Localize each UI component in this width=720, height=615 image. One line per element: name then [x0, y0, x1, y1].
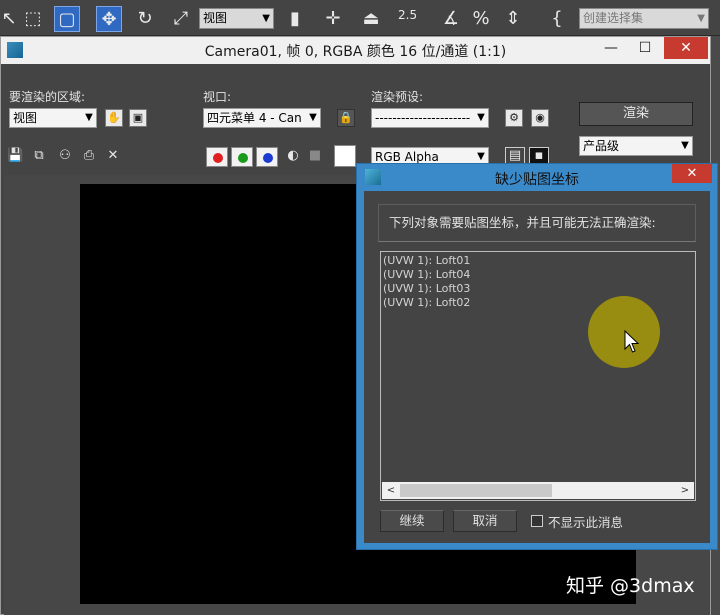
area-value: 视图	[13, 111, 38, 125]
environment-icon[interactable]: ◉	[531, 109, 549, 127]
chevron-down-icon: ▼	[306, 109, 320, 127]
green-channel-toggle[interactable]	[231, 147, 253, 167]
continue-button[interactable]: 继续	[380, 510, 444, 532]
missing-map-coords-dialog: 缺少贴图坐标 ✕ 下列对象需要贴图坐标，并且可能无法正确渲染: (UVW 1):…	[356, 163, 718, 550]
chevron-down-icon: ▼	[82, 109, 96, 127]
horizontal-scrollbar[interactable]: < >	[382, 482, 694, 499]
dont-show-label: 不显示此消息	[548, 515, 624, 530]
snap-spinner-value: 2.5	[398, 8, 418, 22]
red-channel-toggle[interactable]	[206, 147, 228, 167]
cancel-button[interactable]: 取消	[453, 510, 517, 532]
scale-icon[interactable]: ⤢	[168, 6, 194, 32]
close-icon[interactable]: ✕	[664, 37, 708, 59]
blue-channel-toggle[interactable]	[256, 147, 278, 167]
minimize-icon[interactable]: —	[596, 37, 626, 59]
chevron-down-icon: ▼	[678, 137, 692, 155]
viewport-select[interactable]: 四元菜单 4 - Can ▼	[203, 108, 321, 128]
reference-coord-select[interactable]: 视图 ▼	[199, 8, 274, 29]
chevron-down-icon: ▼	[697, 13, 705, 24]
preset-label: 渲染预设:	[371, 90, 424, 104]
chevron-right-icon[interactable]: >	[678, 483, 692, 498]
list-item[interactable]: (UVW 1): Loft04	[381, 268, 693, 282]
color-swatch[interactable]	[334, 145, 356, 167]
green-channel-dot	[238, 153, 248, 163]
reference-coord-value: 视图	[203, 11, 228, 25]
edit-region-icon[interactable]: ✋	[105, 109, 123, 127]
mouse-cursor-icon	[624, 330, 640, 353]
missing-objects-list[interactable]: (UVW 1): Loft01 (UVW 1): Loft04 (UVW 1):…	[380, 251, 696, 501]
percent-snap-icon[interactable]: %	[468, 6, 494, 32]
alpha-toggle-icon[interactable]: ◐	[285, 148, 301, 164]
dialog-title: 缺少贴图坐标	[495, 172, 579, 188]
dialog-titlebar[interactable]: 缺少贴图坐标 ✕	[357, 164, 717, 190]
lock-icon[interactable]: 🔒	[337, 109, 355, 127]
copy-image-icon[interactable]: ⧉	[31, 148, 47, 164]
message-group: 下列对象需要贴图坐标，并且可能无法正确渲染:	[378, 204, 696, 242]
move-icon[interactable]: ✥	[96, 6, 122, 32]
list-item[interactable]: (UVW 1): Loft03	[381, 282, 693, 296]
quality-select[interactable]: 产品级 ▼	[579, 136, 693, 156]
edit-named-selection-icon[interactable]: {	[544, 6, 570, 32]
angle-snap-icon[interactable]: ∡	[438, 6, 464, 32]
dont-show-checkbox[interactable]	[531, 515, 543, 527]
render-window-titlebar[interactable]: Camera01, 帧 0, RGBA 颜色 16 位/通道 (1:1) — ☐…	[1, 37, 710, 64]
spinner-snap-icon[interactable]: ⇕	[500, 6, 526, 32]
keyboard-shortcut-icon[interactable]: ⏏	[358, 6, 384, 32]
select-manipulate-icon[interactable]: ✛	[320, 6, 346, 32]
viewport-label: 视口:	[203, 90, 232, 104]
named-selection-placeholder: 创建选择集	[583, 11, 644, 25]
render-button[interactable]: 渲染	[579, 102, 693, 126]
channel-value: RGB Alpha	[375, 150, 439, 164]
chevron-down-icon: ▼	[262, 13, 270, 24]
select-arrow-icon[interactable]: ↖	[0, 6, 22, 32]
blue-channel-dot	[263, 153, 273, 163]
clear-icon[interactable]: ✕	[105, 148, 121, 164]
render-preset-select[interactable]: ---------------------- ▼	[371, 108, 489, 128]
print-icon[interactable]: ⎙	[81, 148, 97, 164]
dialog-body: 下列对象需要贴图坐标，并且可能无法正确渲染: (UVW 1): Loft01 (…	[364, 191, 710, 543]
red-channel-dot	[213, 153, 223, 163]
dialog-message: 下列对象需要贴图坐标，并且可能无法正确渲染:	[389, 215, 656, 230]
main-toolbar: ↖ ⬚ ▢ ✥ ↻ ⤢ 视图 ▼ ▮ ✛ ⏏ 2.5 ∡ % ⇕ { 创建选择集…	[0, 0, 720, 36]
rotate-icon[interactable]: ↻	[132, 6, 158, 32]
pivot-icon[interactable]: ▮	[282, 6, 308, 32]
watermark: 知乎 @3dmax	[566, 575, 695, 597]
area-label: 要渲染的区域:	[9, 90, 86, 104]
window-crossing-icon[interactable]: ▢	[54, 6, 80, 32]
preset-value: ----------------------	[375, 111, 471, 125]
area-to-render-select[interactable]: 视图 ▼	[9, 108, 97, 128]
close-icon[interactable]: ✕	[672, 164, 712, 183]
scrollbar-thumb[interactable]	[400, 484, 552, 497]
quality-value: 产品级	[583, 139, 620, 153]
clone-frame-icon[interactable]: ⚇	[57, 148, 73, 164]
render-setup-icon[interactable]: ⚙	[505, 109, 523, 127]
save-image-icon[interactable]: 💾	[7, 148, 23, 164]
list-item[interactable]: (UVW 1): Loft01	[381, 254, 693, 268]
chevron-left-icon[interactable]: <	[384, 483, 398, 498]
mono-toggle-icon[interactable]: ■	[307, 148, 323, 164]
auto-region-icon[interactable]: ▣	[129, 109, 147, 127]
chevron-down-icon: ▼	[474, 109, 488, 127]
maximize-icon[interactable]: ☐	[630, 37, 660, 59]
viewport-value: 四元菜单 4 - Can	[207, 111, 302, 125]
rect-select-icon[interactable]: ⬚	[20, 6, 46, 32]
named-selection-set-select[interactable]: 创建选择集 ▼	[579, 8, 709, 29]
